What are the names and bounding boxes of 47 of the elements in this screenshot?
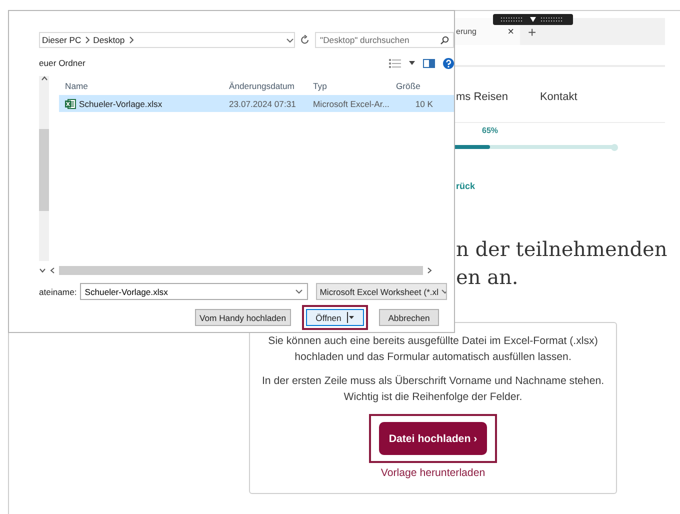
info-paragraph: In der ersten Zeile muss als Überschrift Vorname und Nachname stehen. Wichtig ist die Reihenfolge der Felder. [260, 374, 606, 405]
collapse-icon [39, 268, 46, 272]
file-type-dropdown[interactable]: Microsoft Excel Worksheet (*.xl [316, 283, 447, 300]
dialog-button[interactable]: Abbrechen [379, 309, 439, 326]
file-row[interactable]: Schueler-Vorlage.xlsx 23.07.2024 07:31 Microsoft Excel-Ar... 10 K [59, 95, 454, 112]
search-box[interactable]: "Desktop" durchsuchen [315, 32, 454, 48]
scroll-up-icon [40, 76, 48, 81]
dropdown-arrow-icon [409, 61, 415, 65]
breadcrumb-item[interactable]: Dieser PC [42, 35, 82, 45]
column-header[interactable]: Typ [313, 80, 396, 90]
file-date: 23.07.2024 07:31 [229, 98, 297, 108]
chevron-icon [128, 35, 134, 45]
search-icon [440, 36, 449, 44]
file-name: Schueler-Vorlage.xlsx [79, 98, 162, 108]
nav-link[interactable]: Kontakt [540, 91, 578, 103]
scroll-left-icon [50, 266, 55, 274]
page-heading: n der teilnehmenden [456, 236, 668, 263]
spreadsheet-file-icon [65, 98, 76, 108]
chevron-icon [84, 35, 90, 45]
breadcrumb-item[interactable]: Desktop [93, 35, 125, 45]
tab-title: erung [456, 27, 476, 36]
new-folder-button[interactable]: euer Ordner [39, 58, 86, 68]
dialog-button[interactable]: Vom Handy hochladen [194, 309, 291, 326]
vertical-scrollbar[interactable] [39, 76, 49, 261]
file-type: Microsoft Excel-Ar... [313, 98, 390, 108]
split-arrow-icon [347, 312, 354, 323]
refresh-icon [300, 35, 310, 45]
file-size: 10 K [414, 98, 433, 108]
template-download-link[interactable]: Vorlage herunterladen [380, 465, 486, 481]
preview-pane-icon [423, 58, 435, 68]
column-header[interactable]: Name [49, 80, 229, 90]
progress-label: 65% [482, 126, 498, 135]
drag-handle-icon[interactable] [493, 14, 573, 25]
column-header[interactable]: Änderungsdatum [229, 80, 313, 90]
upload-button[interactable]: Datei hochladen › [379, 422, 487, 455]
address-bar[interactable]: Dieser PC Desktop [39, 32, 296, 48]
new-tab-button[interactable]: + [528, 24, 536, 40]
view-options-icon [389, 58, 401, 68]
close-tab-button[interactable]: × [508, 26, 514, 38]
filename-label: ateiname: [39, 286, 77, 296]
filename-box[interactable]: Schueler-Vorlage.xlsx [80, 283, 308, 300]
column-header[interactable]: Größe [396, 80, 436, 90]
nav-link[interactable]: ms Reisen [456, 91, 508, 103]
page-heading: en an. [456, 264, 518, 291]
dialog-button[interactable]: Öffnen [306, 309, 364, 326]
scroll-right-icon [427, 266, 432, 274]
info-paragraph: Sie können auch eine bereits ausgefüllte Datei im Excel-Format (.xlsx) hochladen und das Formular automatisch ausfüllen lassen. [267, 334, 599, 365]
